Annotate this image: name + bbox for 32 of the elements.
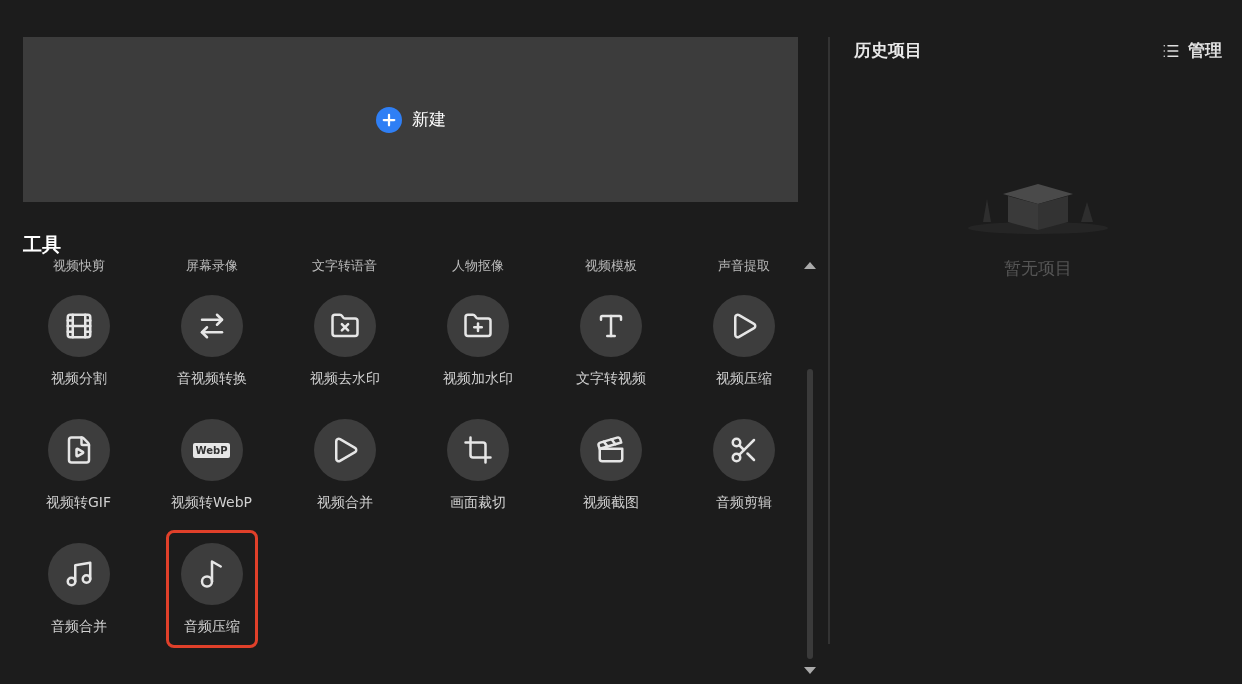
tool-label[interactable]: 声音提取: [717, 256, 770, 276]
section-title: 工具: [23, 234, 61, 254]
tool-button[interactable]: 画面裁切: [431, 406, 524, 524]
tool-button[interactable]: 视频去水印: [294, 282, 395, 400]
panel-title: 历史项目: [854, 39, 922, 62]
tool-button[interactable]: 文字转视频: [560, 282, 661, 400]
tool-button[interactable]: 音视频转换: [161, 282, 262, 400]
tool-button[interactable]: 视频压缩: [697, 282, 790, 400]
tool-button[interactable]: 音频剪辑: [697, 406, 790, 524]
tool-label[interactable]: 屏幕录像: [185, 256, 238, 276]
tool-label[interactable]: 人物抠像: [451, 256, 504, 276]
crop-icon: [462, 435, 493, 465]
down-arrow-icon[interactable]: [804, 667, 816, 674]
plus-icon: [375, 106, 402, 133]
tool-button[interactable]: 视频合并: [298, 406, 391, 524]
webp-tag: WebP: [192, 442, 231, 458]
manage-button[interactable]: 管理: [1162, 38, 1222, 64]
up-arrow-icon[interactable]: [804, 262, 816, 269]
tool-label[interactable]: 视频模板: [584, 256, 637, 276]
tool-button[interactable]: 视频转GIF: [31, 406, 126, 524]
new-project-card[interactable]: 新建: [23, 37, 798, 202]
music-icon: [63, 559, 94, 589]
tool-button[interactable]: WebP 视频转WebP: [156, 406, 267, 524]
scrollbar[interactable]: [803, 262, 817, 674]
tool-button[interactable]: 视频截图: [564, 406, 657, 524]
tool-button[interactable]: 视频加水印: [427, 282, 528, 400]
tool-button[interactable]: 音频合并: [32, 530, 125, 648]
tool-button[interactable]: 音频压缩: [165, 530, 258, 648]
tool-button[interactable]: 视频分割: [32, 282, 125, 400]
tool-label[interactable]: 视频快剪: [52, 256, 105, 276]
tool-label[interactable]: 文字转语音: [312, 256, 377, 276]
scroll-thumb[interactable]: [807, 369, 813, 659]
